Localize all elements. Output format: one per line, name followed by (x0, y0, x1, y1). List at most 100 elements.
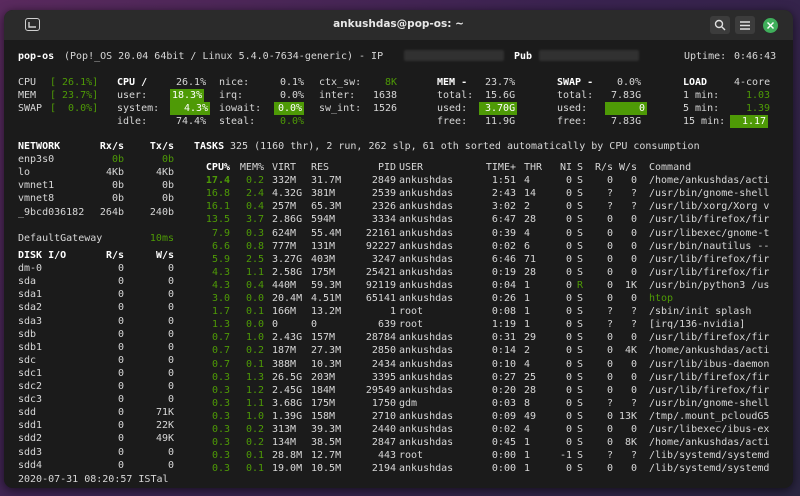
network-tx: 4Kb (155, 167, 174, 179)
process-command[interactable]: /lib/systemd/systemd (649, 462, 789, 475)
process-read-rate: 0 (606, 279, 613, 291)
network-rx: 0b (111, 154, 124, 166)
process-command[interactable]: /usr/bin/python3 /us (649, 279, 789, 292)
disk-write: 0 (167, 315, 174, 327)
terminal-content[interactable]: pop-os (Pop!_OS 20.04 64bit / Linux 5.4.… (4, 40, 793, 488)
process-pid: 92227 (365, 240, 396, 252)
process-command[interactable]: /usr/bin/gnome-shell (649, 397, 789, 410)
quick-cpu-value: [ 26.1%] (50, 77, 99, 88)
process-nice: 0 (565, 371, 572, 383)
process-read-rate: 0 (606, 227, 613, 239)
process-state: S (577, 188, 584, 200)
process-command[interactable]: /usr/libexec/gnome-t (649, 227, 789, 240)
process-virt: 26.5G (272, 371, 303, 383)
process-mem-percent: 1.1 (245, 397, 264, 409)
process-command[interactable]: /lib/systemd/systemd (649, 449, 789, 462)
disk-name: sdc1 (18, 367, 43, 379)
process-command[interactable]: htop (649, 292, 789, 305)
cpu-swint-label: sw_int: (319, 103, 362, 114)
quick-mem-value: [ 23.7%] (50, 90, 99, 101)
load-1min-value: 1.03 (746, 90, 771, 101)
mem-free-label: free: (437, 116, 468, 127)
process-user: ankushdas (399, 410, 454, 422)
process-state: S (577, 332, 584, 344)
process-command[interactable]: /home/ankushdas/acti (649, 344, 789, 357)
load-5min-value: 1.39 (746, 103, 771, 114)
process-user: ankushdas (399, 293, 454, 304)
process-command[interactable]: /sbin/init splash (649, 305, 789, 318)
process-state: S (577, 397, 584, 409)
process-read-rate: ? (606, 201, 613, 213)
process-write-rate: ? (630, 306, 637, 318)
process-virt: 3.27G (272, 253, 303, 265)
process-command[interactable]: /usr/lib/firefox/fir (649, 266, 789, 279)
process-command[interactable]: /usr/lib/firefox/fir (649, 213, 789, 226)
process-mem-percent: 0.2 (245, 424, 264, 435)
process-cpu-percent: 0.3 (211, 450, 230, 462)
process-command[interactable]: /usr/lib/firefox/fir (649, 253, 789, 266)
process-write-rate: 0 (630, 332, 637, 344)
process-time: 6:47 (491, 214, 516, 226)
process-nice: 0 (565, 345, 572, 357)
process-user: root (399, 319, 424, 331)
process-command[interactable]: /home/ankushdas/acti (649, 436, 789, 449)
network-interface: _9bcd036182 (18, 206, 85, 218)
process-mem-percent: 2.4 (245, 188, 264, 200)
process-user: ankushdas (399, 188, 454, 200)
process-pid: 1750 (371, 397, 396, 409)
disk-name: sdc (18, 354, 37, 366)
disk-read: 0 (117, 367, 124, 379)
process-read-rate: 0 (606, 358, 613, 370)
process-command[interactable]: /usr/bin/nautilus -- (649, 240, 789, 253)
process-command[interactable]: /usr/lib/xorg/Xorg v (649, 200, 789, 213)
menu-icon[interactable] (735, 16, 755, 34)
process-command[interactable]: [irq/136-nvidia] (649, 318, 789, 331)
process-command[interactable]: /usr/lib/firefox/fir (649, 384, 789, 397)
process-cpu-percent: 0.3 (211, 397, 230, 409)
gateway-value: 10ms (149, 232, 174, 244)
disk-write: 49K (155, 433, 174, 445)
process-threads: 25 (524, 371, 537, 383)
process-cpu-percent: 0.3 (211, 371, 230, 383)
cpu-system-value: 4.3% (170, 102, 211, 115)
process-threads: 4 (524, 424, 531, 435)
process-cpu-percent: 0.3 (211, 410, 230, 422)
process-write-rate: 0 (630, 227, 637, 239)
process-res: 403M (311, 253, 336, 265)
process-res: 4.51M (311, 293, 342, 304)
process-cpu-percent: 1.7 (211, 306, 230, 318)
process-res: 203M (311, 371, 336, 383)
process-mem-percent: 0.4 (245, 279, 264, 291)
process-command[interactable]: /tmp/.mount_pcloudG5 (649, 410, 789, 423)
disk-name: sdd1 (18, 420, 43, 432)
network-interface: lo (18, 167, 31, 179)
process-nice: 0 (565, 201, 572, 213)
process-res: 175M (311, 266, 336, 278)
process-mem-percent: 1.2 (245, 384, 264, 396)
disk-write: 0 (167, 459, 174, 471)
swap-free-value: 7.83G (611, 116, 642, 127)
disk-read: 0 (117, 446, 124, 458)
process-command[interactable]: /usr/bin/gnome-shell (649, 187, 789, 200)
process-read-rate: 0 (606, 253, 613, 265)
process-command[interactable]: /usr/lib/firefox/fir (649, 331, 789, 344)
process-command[interactable]: /usr/lib/ibus-daemon (649, 358, 789, 371)
process-res: 158M (311, 410, 336, 422)
network-rx-header: Rx/s (99, 141, 124, 152)
process-res: 59.3M (311, 279, 342, 291)
process-write-rate: 0 (630, 175, 637, 187)
disk-name: sdd3 (18, 446, 43, 458)
close-icon[interactable] (763, 18, 778, 33)
disk-read: 0 (117, 354, 124, 366)
pub-ip-redacted (539, 50, 639, 61)
search-icon[interactable] (710, 16, 730, 34)
process-state: S (577, 463, 584, 475)
process-command[interactable]: /usr/lib/firefox/fir (649, 371, 789, 384)
process-command[interactable]: /usr/libexec/ibus-ex (649, 423, 789, 436)
process-cpu-percent: 16.1 (205, 201, 230, 213)
process-cpu-percent: 1.3 (211, 319, 230, 331)
network-interface: enp3s0 (18, 154, 55, 166)
process-command[interactable]: /home/ankushdas/acti (649, 174, 789, 187)
disk-name: sda (18, 276, 37, 288)
process-res: 381M (311, 188, 336, 200)
